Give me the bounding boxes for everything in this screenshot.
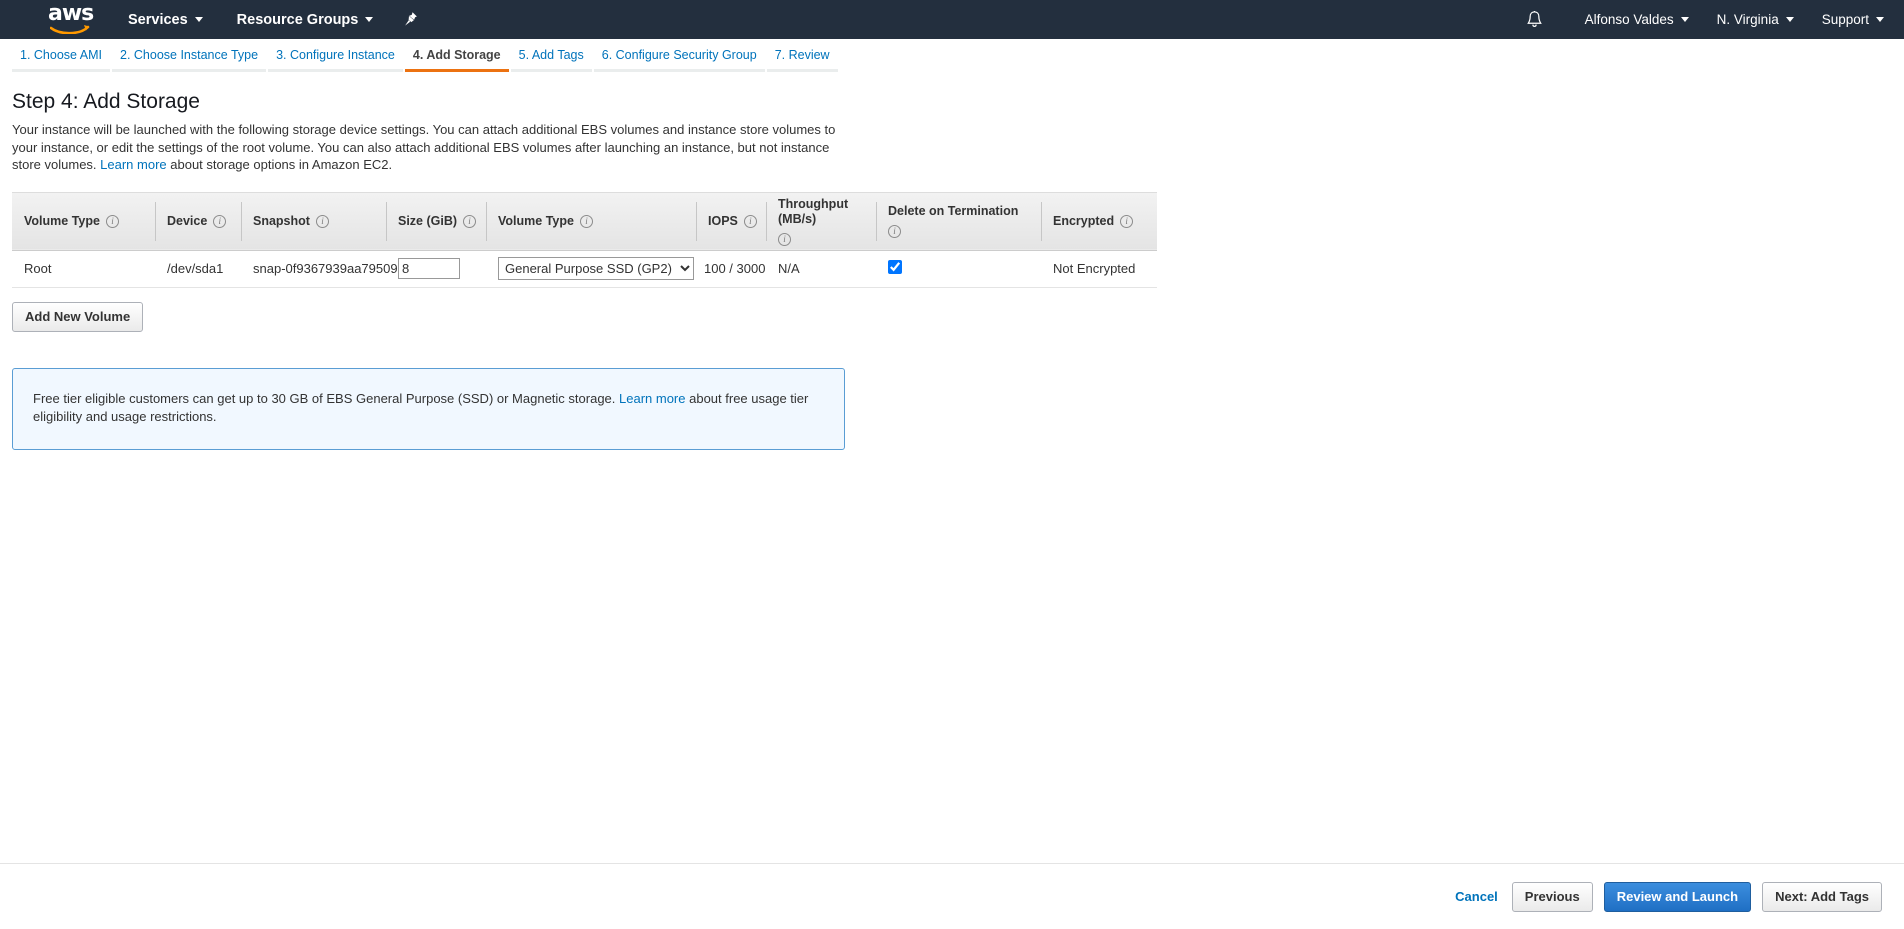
free-tier-text-part1: Free tier eligible customers can get up … <box>33 391 620 406</box>
nav-services[interactable]: Services <box>126 8 205 32</box>
info-icon[interactable]: i <box>105 214 119 228</box>
col-label: Encrypted <box>1053 213 1115 228</box>
nav-region-label: N. Virginia <box>1716 12 1779 27</box>
aws-logo[interactable]: aws <box>48 0 96 35</box>
nav-account-label: Alfonso Valdes <box>1584 12 1674 27</box>
wizard-step-6[interactable]: 6. Configure Security Group <box>593 47 765 72</box>
wizard-step-1[interactable]: 1. Choose AMI <box>12 47 110 72</box>
col-volume-type-category: Volume Type i <box>12 191 155 251</box>
page-description-part2: about storage options in Amazon EC2. <box>166 157 393 172</box>
storage-learn-more-link[interactable]: Learn more <box>100 157 166 172</box>
nav-resource-groups-label: Resource Groups <box>236 11 359 28</box>
col-throughput: Throughput (MB/s) i <box>766 191 876 251</box>
info-icon[interactable]: i <box>888 225 901 238</box>
col-device: Device i <box>155 191 241 251</box>
cancel-button[interactable]: Cancel <box>1455 889 1498 904</box>
nav-region-menu[interactable]: N. Virginia <box>1715 8 1796 31</box>
volumes-table-header-row: Volume Type i Device i Snapshot i Size (GiB… <box>12 191 1157 251</box>
chevron-down-icon <box>1785 17 1794 22</box>
wizard-step-label: 5. Add Tags <box>518 48 584 62</box>
aws-logo-text: aws <box>48 0 94 26</box>
top-navigation-bar: aws Services Resource Groups Alfonso Val… <box>0 0 1904 39</box>
chevron-down-icon <box>365 17 374 22</box>
volumes-table-body: Root /dev/sda1 snap-0f9367939aa79509e Ge… <box>12 250 1157 288</box>
wizard-step-4[interactable]: 4. Add Storage <box>404 47 509 72</box>
wizard-step-7[interactable]: 7. Review <box>766 47 838 72</box>
wizard-steps: 1. Choose AMI 2. Choose Instance Type 3. C… <box>0 47 1904 77</box>
col-label: Device <box>167 213 208 228</box>
info-icon[interactable]: i <box>743 214 757 228</box>
page-title: Step 4: Add Storage <box>12 90 200 113</box>
wizard-footer: Cancel Previous Review and Launch Next: … <box>0 863 1904 929</box>
col-iops: IOPS i <box>696 191 766 251</box>
nav-resource-groups[interactable]: Resource Groups <box>235 8 376 32</box>
cell-device: /dev/sda1 <box>155 250 241 288</box>
size-input[interactable] <box>398 258 460 279</box>
page-content: Step 4: Add Storage Your instance will b… <box>0 89 1904 450</box>
volume-type-select[interactable]: General Purpose SSD (GP2)Provisioned IOP… <box>498 257 694 280</box>
chevron-down-icon <box>194 17 203 22</box>
chevron-down-icon <box>1876 17 1884 22</box>
info-icon[interactable]: i <box>1120 214 1134 228</box>
pushpin-icon[interactable] <box>403 11 418 28</box>
info-icon[interactable]: i <box>778 232 791 246</box>
volumes-table: Volume Type i Device i Snapshot i Size (GiB… <box>12 191 1157 288</box>
col-size: Size (GiB) i <box>386 191 486 251</box>
wizard-step-5[interactable]: 5. Add Tags <box>510 47 592 72</box>
free-tier-learn-more-link[interactable]: Learn more <box>619 391 685 406</box>
wizard-step-label: 7. Review <box>774 48 830 62</box>
wizard-step-2[interactable]: 2. Choose Instance Type <box>112 47 267 72</box>
free-tier-banner: Free tier eligible customers can get up … <box>12 367 845 450</box>
previous-button[interactable]: Previous <box>1511 881 1593 912</box>
cell-iops: 100 / 3000 <box>696 250 766 288</box>
col-snapshot: Snapshot i <box>241 191 386 251</box>
wizard-step-label: 1. Choose AMI <box>20 48 102 62</box>
delete-on-termination-checkbox[interactable] <box>888 260 902 274</box>
nav-services-label: Services <box>128 11 188 28</box>
add-volume-container: Add New Volume <box>12 301 1892 332</box>
col-label: Snapshot <box>253 213 310 228</box>
col-label: Size (GiB) <box>398 213 458 228</box>
cell-delete-on-termination <box>876 250 1041 288</box>
nav-account-menu[interactable]: Alfonso Valdes <box>1583 8 1691 31</box>
col-label: Delete on Termination <box>888 204 1019 218</box>
col-volume-type: Volume Type i <box>486 191 696 251</box>
info-icon[interactable]: i <box>579 214 593 228</box>
wizard-step-3[interactable]: 3. Configure Instance <box>268 47 403 72</box>
cell-snapshot: snap-0f9367939aa79509e <box>241 250 405 288</box>
info-icon[interactable]: i <box>315 214 329 228</box>
wizard-step-label: 2. Choose Instance Type <box>120 48 259 62</box>
cell-throughput: N/A <box>766 250 876 288</box>
next-add-tags-button[interactable]: Next: Add Tags <box>1762 881 1882 912</box>
aws-smile-icon <box>50 24 90 34</box>
col-encrypted: Encrypted i <box>1041 191 1157 251</box>
wizard-step-label: 3. Configure Instance <box>276 48 395 62</box>
wizard-step-label: 6. Configure Security Group <box>601 48 757 62</box>
free-tier-banner-text: Free tier eligible customers can get up … <box>33 390 824 425</box>
col-label: Throughput (MB/s) <box>778 196 849 226</box>
cell-volume-type: General Purpose SSD (GP2)Provisioned IOP… <box>486 250 696 288</box>
info-icon[interactable]: i <box>463 214 477 228</box>
table-row: Root /dev/sda1 snap-0f9367939aa79509e Ge… <box>12 250 1157 288</box>
cell-volume-type-category: Root <box>12 250 155 288</box>
wizard-step-label: 4. Add Storage <box>412 48 501 62</box>
page-description: Your instance will be launched with the … <box>12 121 857 174</box>
cell-encrypted: Not Encrypted <box>1041 250 1157 288</box>
col-label: IOPS <box>708 213 738 228</box>
info-icon[interactable]: i <box>213 214 227 228</box>
add-new-volume-button[interactable]: Add New Volume <box>12 301 144 332</box>
notifications-bell-icon[interactable] <box>1526 10 1543 29</box>
cell-size <box>386 250 486 288</box>
chevron-down-icon <box>1680 17 1689 22</box>
nav-support-menu[interactable]: Support <box>1820 8 1886 31</box>
col-label: Volume Type <box>24 213 100 228</box>
col-delete-on-termination: Delete on Termination i <box>876 191 1041 251</box>
review-and-launch-button[interactable]: Review and Launch <box>1603 881 1752 912</box>
nav-support-label: Support <box>1821 12 1869 27</box>
col-label: Volume Type <box>498 213 574 228</box>
